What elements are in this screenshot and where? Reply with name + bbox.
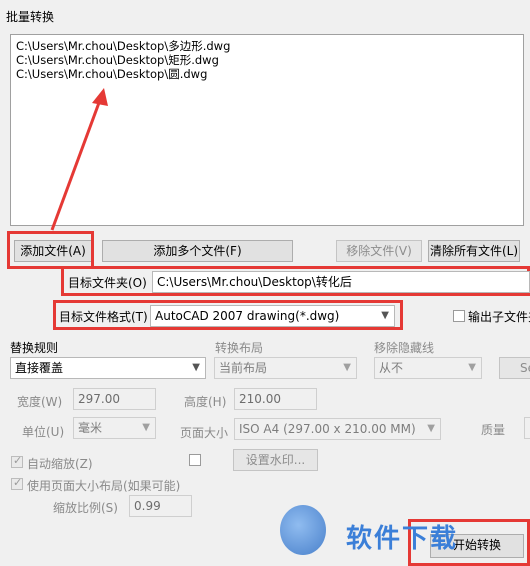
watermark-text: 软件下载: [346, 524, 459, 554]
use-page-layout-checkbox[interactable]: ✓: [11, 476, 23, 490]
quality-input[interactable]: [524, 417, 530, 439]
height-input[interactable]: 210.00: [234, 388, 317, 410]
target-folder-label: 目标文件夹(O): [68, 276, 147, 290]
list-item[interactable]: C:\Users\Mr.chou\Desktop\圆.dwg: [16, 67, 518, 81]
quality-label: 质量: [481, 423, 506, 437]
convert-layout-label: 转换布局: [215, 341, 264, 355]
target-format-select[interactable]: AutoCAD 2007 drawing(*.dwg) ▼: [150, 305, 395, 327]
chevron-down-icon: ▼: [427, 423, 435, 434]
unit-select[interactable]: 毫米 ▼: [73, 417, 156, 439]
page-size-select[interactable]: ISO A4 (297.00 x 210.00 MM) ▼: [234, 418, 441, 440]
height-label: 高度(H): [184, 395, 227, 409]
scale-label: 缩放比例(S): [53, 501, 118, 515]
list-item[interactable]: C:\Users\Mr.chou\Desktop\矩形.dwg: [16, 53, 518, 67]
set-watermark-button[interactable]: 设置水印...: [233, 449, 318, 471]
output-subfolder-label: 输出子文件夹: [468, 310, 530, 324]
chevron-down-icon: ▼: [381, 310, 389, 321]
target-folder-input[interactable]: C:\Users\Mr.chou\Desktop\转化后: [152, 271, 530, 293]
target-format-label: 目标文件格式(T): [59, 310, 148, 324]
remove-hidden-lines-select[interactable]: 从不 ▼: [374, 357, 482, 379]
replace-rule-label: 替换规则: [10, 341, 59, 355]
chevron-down-icon: ▼: [192, 362, 200, 373]
page-size-label: 页面大小: [180, 426, 229, 440]
highlight-box: [7, 231, 94, 269]
remove-hidden-lines-label: 移除隐藏线: [374, 341, 435, 355]
width-label: 宽度(W): [17, 395, 63, 409]
file-list[interactable]: C:\Users\Mr.chou\Desktop\多边形.dwg C:\User…: [10, 34, 524, 226]
page-size-value: ISO A4 (297.00 x 210.00 MM): [239, 422, 416, 436]
settings-button[interactable]: Se: [499, 357, 530, 379]
unit-value: 毫米: [78, 421, 103, 435]
watermark-logo-icon: [280, 505, 326, 555]
watermark-checkbox[interactable]: [189, 454, 201, 466]
window-title: 批量转换: [6, 10, 55, 24]
convert-layout-value: 当前布局: [219, 361, 268, 375]
unit-label: 单位(U): [22, 425, 65, 439]
add-multiple-files-button[interactable]: 添加多个文件(F): [102, 240, 293, 262]
width-input[interactable]: 297.00: [73, 388, 156, 410]
remove-file-button[interactable]: 移除文件(V): [336, 240, 422, 262]
convert-layout-select[interactable]: 当前布局 ▼: [214, 357, 357, 379]
list-item[interactable]: C:\Users\Mr.chou\Desktop\多边形.dwg: [16, 39, 518, 53]
chevron-down-icon: ▼: [343, 362, 351, 373]
target-format-value: AutoCAD 2007 drawing(*.dwg): [155, 309, 340, 323]
output-subfolder-checkbox[interactable]: [453, 310, 465, 322]
chevron-down-icon: ▼: [142, 422, 150, 433]
replace-rule-select[interactable]: 直接覆盖 ▼: [10, 357, 206, 379]
scale-input[interactable]: 0.99: [129, 495, 192, 517]
chevron-down-icon: ▼: [468, 362, 476, 373]
remove-hidden-lines-value: 从不: [379, 361, 404, 375]
use-page-layout-label: 使用页面大小布局(如果可能): [27, 479, 181, 493]
auto-zoom-checkbox[interactable]: ✓: [11, 454, 23, 468]
replace-rule-value: 直接覆盖: [15, 361, 64, 375]
clear-all-files-button[interactable]: 清除所有文件(L): [428, 240, 520, 262]
auto-zoom-label: 自动缩放(Z): [27, 457, 93, 471]
